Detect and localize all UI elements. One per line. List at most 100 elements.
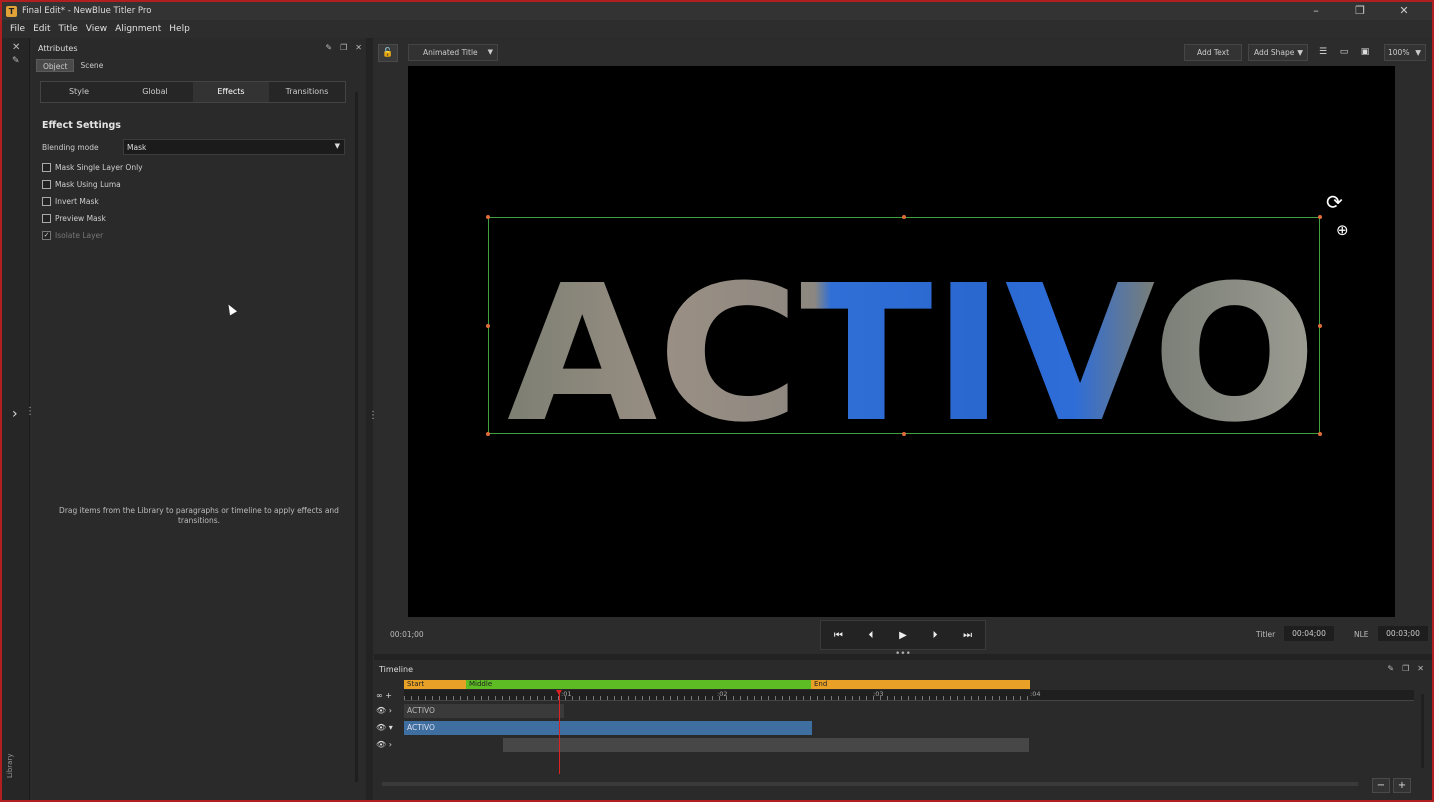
checkbox-label: Mask Using Luma: [55, 180, 121, 189]
pin-icon[interactable]: ✎: [12, 56, 20, 66]
segment-end[interactable]: End: [811, 680, 1030, 689]
transport-controls: ⏮ ⏴ ▶ ⏵ ⏭: [820, 620, 986, 650]
menu-view[interactable]: View: [86, 24, 107, 34]
next-frame-button[interactable]: ⏵: [933, 630, 938, 641]
close-icon[interactable]: ✕: [355, 43, 362, 52]
library-tab[interactable]: Library: [6, 754, 14, 778]
previous-frame-button[interactable]: ⏴: [868, 630, 873, 641]
float-icon[interactable]: ❐: [340, 43, 347, 52]
titler-duration-field[interactable]: 00:04;00: [1284, 626, 1334, 641]
ruler-label: :02: [717, 690, 728, 698]
menu-edit[interactable]: Edit: [33, 24, 50, 34]
tab-effects[interactable]: Effects: [193, 82, 269, 102]
timeline-panel: Timeline ✎ ❐ ✕ Start Middle End ∞ + :01 …: [374, 660, 1432, 800]
resize-handle[interactable]: [486, 324, 490, 328]
fit-screen-icon[interactable]: ▣: [1356, 44, 1374, 61]
safe-area-icon[interactable]: ▭: [1335, 44, 1353, 61]
attribute-subtabs: Object Scene: [36, 59, 109, 72]
playhead-handle-icon[interactable]: [556, 690, 562, 695]
playhead[interactable]: [559, 690, 560, 774]
resize-handle[interactable]: [1318, 324, 1322, 328]
panel-controls: ✎ ❐ ✕: [325, 43, 362, 52]
visibility-eye-icon[interactable]: 👁 ▾: [376, 723, 402, 732]
effect-settings-title: Effect Settings: [42, 120, 121, 131]
zoom-dropdown[interactable]: 100% ▼: [1384, 44, 1426, 61]
subtab-object[interactable]: Object: [36, 59, 75, 72]
move-icon[interactable]: ⊕: [1336, 221, 1349, 239]
preview-mask-option[interactable]: Preview Mask: [42, 214, 106, 223]
nle-duration-field[interactable]: 00:03;00: [1378, 626, 1428, 641]
attributes-title: Attributes: [38, 44, 78, 53]
checkbox-checked: ✓: [42, 231, 51, 240]
selection-box[interactable]: [486, 215, 1322, 436]
float-icon[interactable]: ❐: [1402, 664, 1409, 673]
timeline-scrollbar[interactable]: [382, 782, 1358, 786]
isolate-layer-option: ✓ Isolate Layer: [42, 231, 103, 240]
menu-alignment[interactable]: Alignment: [115, 24, 161, 34]
mouse-cursor-icon: [225, 302, 237, 316]
resize-handle[interactable]: [902, 215, 906, 219]
tab-global[interactable]: Global: [117, 82, 193, 102]
checkbox[interactable]: [42, 180, 51, 189]
resize-handle[interactable]: [1318, 215, 1322, 219]
attributes-scrollbar[interactable]: [355, 92, 358, 782]
menu-file[interactable]: File: [10, 24, 25, 34]
visibility-eye-icon[interactable]: 👁 ›: [376, 740, 402, 749]
maximize-button[interactable]: ❐: [1338, 2, 1382, 20]
tab-transitions[interactable]: Transitions: [269, 82, 345, 102]
resize-handle[interactable]: [486, 432, 490, 436]
visibility-eye-icon[interactable]: 👁 ›: [376, 706, 402, 715]
menu-title[interactable]: Title: [59, 24, 78, 34]
resize-handle[interactable]: [1318, 432, 1322, 436]
mask-using-luma-option[interactable]: Mask Using Luma: [42, 180, 121, 189]
subtab-scene[interactable]: Scene: [74, 59, 109, 72]
checkbox[interactable]: [42, 197, 51, 206]
segment-middle[interactable]: Middle: [466, 680, 811, 689]
mask-single-layer-only-option[interactable]: Mask Single Layer Only: [42, 163, 143, 172]
checkbox[interactable]: [42, 214, 51, 223]
preview-canvas[interactable]: ACTIVO ⟳ ⊕: [408, 66, 1395, 617]
tab-style[interactable]: Style: [41, 82, 117, 102]
window-title: Final Edit* - NewBlue Titler Pro: [22, 6, 152, 16]
track-row: 👁 › ACTIVO: [374, 703, 1414, 719]
attribute-tabs: Style Global Effects Transitions: [40, 81, 346, 103]
rotate-icon[interactable]: ⟳: [1326, 190, 1343, 214]
title-bar: T Final Edit* - NewBlue Titler Pro – ❐ ✕: [2, 2, 1432, 20]
pin-icon[interactable]: ✎: [1387, 664, 1394, 673]
dropdown-arrow-icon: ▼: [487, 48, 493, 56]
lock-button[interactable]: 🔓: [378, 44, 398, 62]
checkbox[interactable]: [42, 163, 51, 172]
close-icon[interactable]: ✕: [12, 42, 20, 53]
add-text-button[interactable]: Add Text: [1184, 44, 1242, 61]
go-to-end-button[interactable]: ⏭: [963, 630, 972, 641]
track-row: 👁 ›: [374, 737, 1414, 753]
track-clip-selected[interactable]: ACTIVO: [404, 721, 812, 735]
track-clip[interactable]: [503, 738, 1029, 752]
pin-icon[interactable]: ✎: [325, 43, 332, 52]
add-shape-button[interactable]: Add Shape ▼: [1248, 44, 1308, 61]
resize-handle[interactable]: [902, 432, 906, 436]
timeline-vertical-scrollbar[interactable]: [1421, 694, 1424, 768]
splitter-handle-icon[interactable]: •••: [895, 649, 911, 659]
zoom-out-button[interactable]: −: [1372, 778, 1390, 793]
dropdown-arrow-icon: ▼: [1297, 48, 1303, 57]
go-to-start-button[interactable]: ⏮: [834, 630, 843, 641]
menu-bar: File Edit Title View Alignment Help: [2, 20, 1432, 38]
dropdown-arrow-icon: ▼: [334, 142, 340, 150]
link-icon[interactable]: ∞ +: [376, 691, 392, 700]
checkbox-label: Mask Single Layer Only: [55, 163, 143, 172]
expand-library-icon[interactable]: ›: [12, 406, 18, 422]
title-dropdown[interactable]: Animated Title ▼: [408, 44, 498, 61]
invert-mask-option[interactable]: Invert Mask: [42, 197, 99, 206]
zoom-in-button[interactable]: +: [1393, 778, 1411, 793]
close-button[interactable]: ✕: [1382, 2, 1426, 20]
menu-help[interactable]: Help: [169, 24, 190, 34]
track-clip[interactable]: ACTIVO: [404, 704, 564, 718]
close-icon[interactable]: ✕: [1417, 664, 1424, 673]
minimize-button[interactable]: –: [1294, 2, 1338, 20]
segment-start[interactable]: Start: [404, 680, 466, 689]
resize-handle[interactable]: [486, 215, 490, 219]
blending-mode-select[interactable]: Mask ▼: [123, 139, 345, 155]
align-list-icon[interactable]: ☰: [1314, 44, 1332, 61]
play-button[interactable]: ▶: [899, 630, 907, 641]
